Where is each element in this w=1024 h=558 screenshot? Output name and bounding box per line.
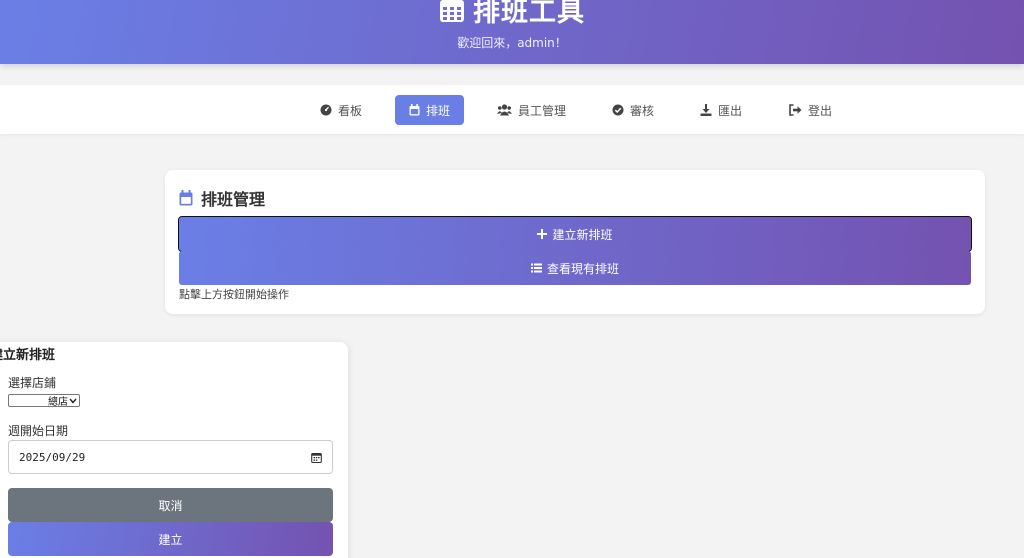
nav-item-schedule[interactable]: 排班	[395, 95, 465, 125]
calendar-grid-icon	[439, 0, 465, 30]
nav-label-export: 匯出	[718, 103, 743, 118]
app-title: 排班工具	[0, 0, 1024, 30]
store-select-value: 總店	[48, 397, 68, 408]
cancel-button[interactable]: 取消	[8, 488, 333, 522]
create-schedule-button[interactable]: 建立新排班	[178, 216, 972, 252]
card-hint: 點擊上方按鈕開始操作	[179, 288, 289, 301]
nav-item-employees[interactable]: 員工管理	[483, 95, 580, 125]
users-icon	[497, 104, 512, 116]
nav-label-review: 審核	[630, 103, 655, 118]
store-select[interactable]: 總店	[8, 394, 80, 408]
chevron-down-icon	[69, 398, 77, 404]
nav-item-export[interactable]: 匯出	[686, 95, 756, 125]
view-schedules-label: 查看現有排班	[546, 261, 619, 276]
start-date-input[interactable]: 2025/09/29	[8, 440, 333, 474]
calendar-picker-icon[interactable]	[311, 452, 322, 463]
redaction-mask	[10, 396, 48, 405]
nav-label-dashboard: 看板	[338, 103, 363, 118]
create-schedule-modal: 建立新排班 選擇店鋪 總店 週開始日期 2025/09/29 取消 建立	[0, 342, 348, 558]
download-icon	[700, 104, 712, 116]
app-header: 排班工具 歡迎回來，admin！	[0, 0, 1024, 64]
nav-label-employees: 員工管理	[518, 103, 567, 118]
dashboard-icon	[320, 104, 332, 116]
start-date-value: 2025/09/29	[19, 450, 86, 464]
card-title: 排班管理	[179, 186, 265, 210]
nav-item-review[interactable]: 審核	[598, 95, 668, 125]
nav-item-logout[interactable]: 登出	[775, 95, 846, 125]
schedule-management-card: 排班管理 建立新排班 查看現有排班 點擊上方按鈕開始操作	[165, 170, 985, 314]
nav-item-dashboard[interactable]: 看板	[306, 95, 376, 125]
list-icon	[530, 263, 542, 273]
create-button[interactable]: 建立	[8, 522, 333, 556]
modal-title: 建立新排班	[0, 348, 56, 363]
create-schedule-label: 建立新排班	[552, 227, 613, 242]
main-nav: 看板 排班 員工管理 審核 匯出 登出	[0, 85, 1024, 134]
welcome-text: 歡迎回來，admin！	[457, 36, 567, 50]
app-title-text: 排班工具	[473, 0, 585, 28]
calendar-icon	[179, 190, 193, 206]
calendar-icon	[409, 104, 420, 116]
start-date-label: 週開始日期	[8, 424, 69, 438]
store-label: 選擇店鋪	[8, 376, 57, 390]
card-title-text: 排班管理	[201, 190, 266, 209]
check-circle-icon	[612, 104, 624, 116]
plus-icon	[537, 229, 548, 239]
view-schedules-button[interactable]: 查看現有排班	[179, 251, 971, 285]
nav-label-schedule: 排班	[426, 103, 451, 118]
nav-label-logout: 登出	[808, 103, 833, 118]
logout-icon	[789, 104, 802, 116]
